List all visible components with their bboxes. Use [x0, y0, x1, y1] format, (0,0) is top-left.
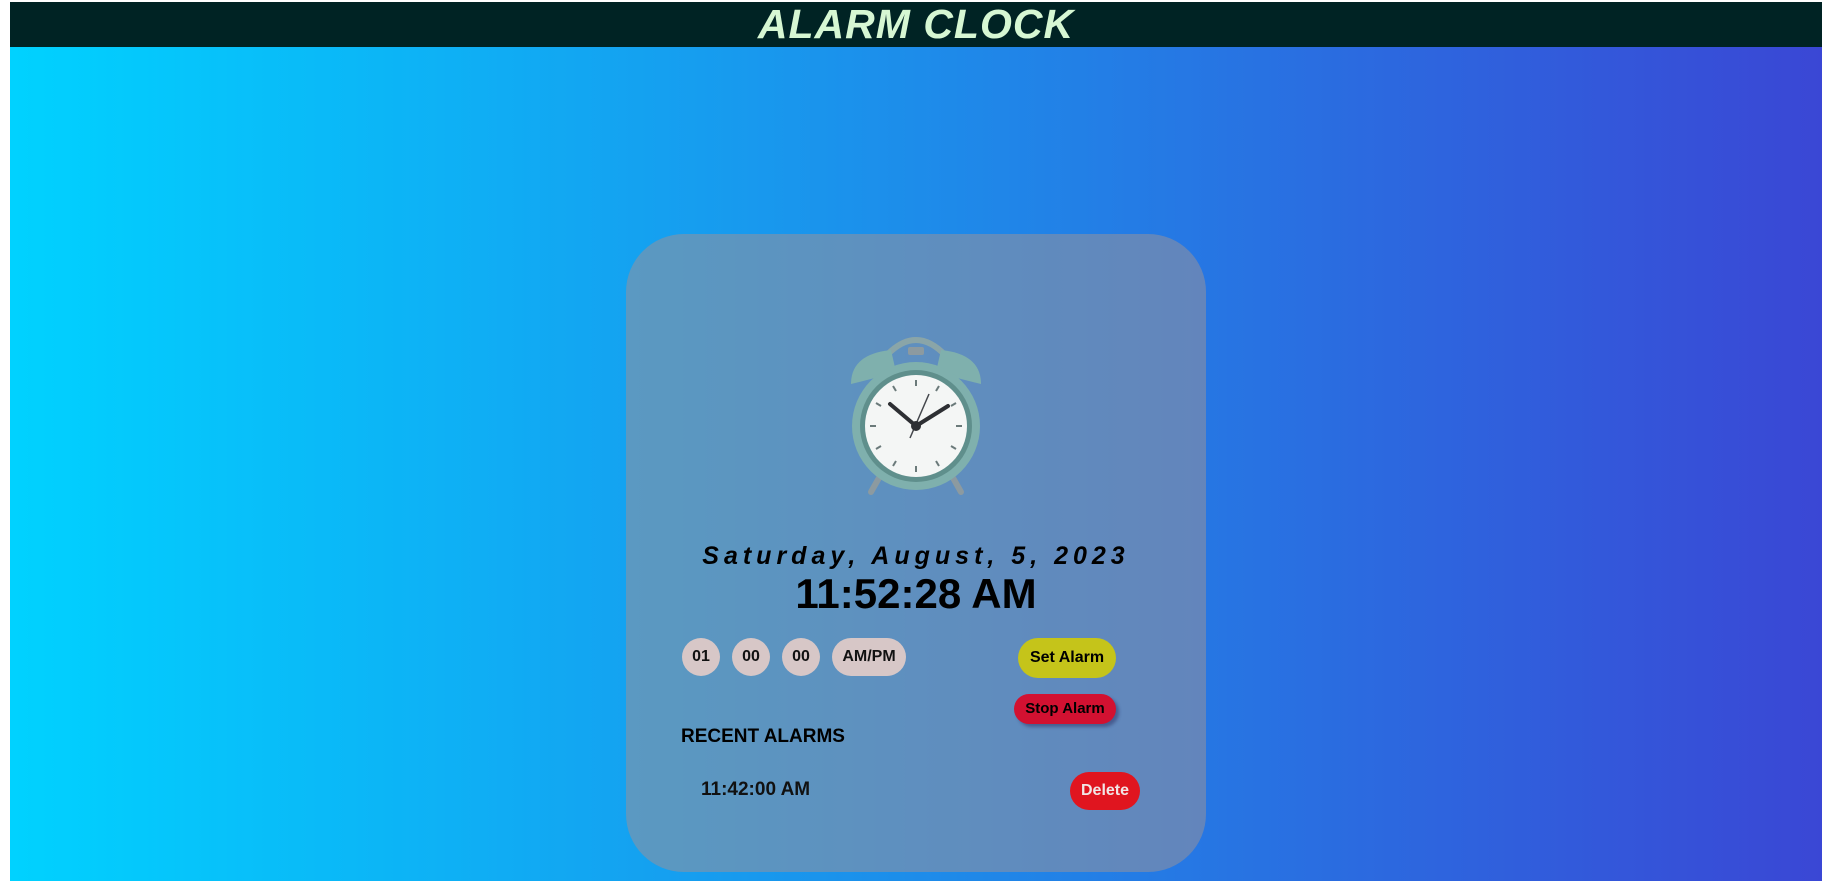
app-background: ALARM CLOCK Saturday, August, 5, 2023 11… [10, 2, 1822, 881]
second-select[interactable]: 00 [782, 638, 820, 676]
minute-select[interactable]: 00 [732, 638, 770, 676]
ampm-select[interactable]: AM/PM [832, 638, 906, 676]
current-time: 11:52:28 AM [795, 570, 1037, 617]
recent-alarms-heading: RECENT ALARMS [681, 726, 845, 747]
alarm-clock-icon [851, 337, 981, 495]
alarm-time-label: 11:42:00 AM [701, 779, 811, 800]
hour-select[interactable]: 01 [682, 638, 720, 676]
current-date: Saturday, August, 5, 2023 [702, 542, 1130, 570]
header-bar: ALARM CLOCK [10, 2, 1822, 47]
app-title: ALARM CLOCK [757, 2, 1075, 47]
alarm-card: Saturday, August, 5, 2023 11:52:28 AM 01… [626, 234, 1206, 872]
stop-alarm-button[interactable]: Stop Alarm [1014, 694, 1116, 724]
set-alarm-button[interactable]: Set Alarm [1018, 638, 1116, 678]
delete-alarm-button[interactable]: Delete [1070, 772, 1140, 810]
